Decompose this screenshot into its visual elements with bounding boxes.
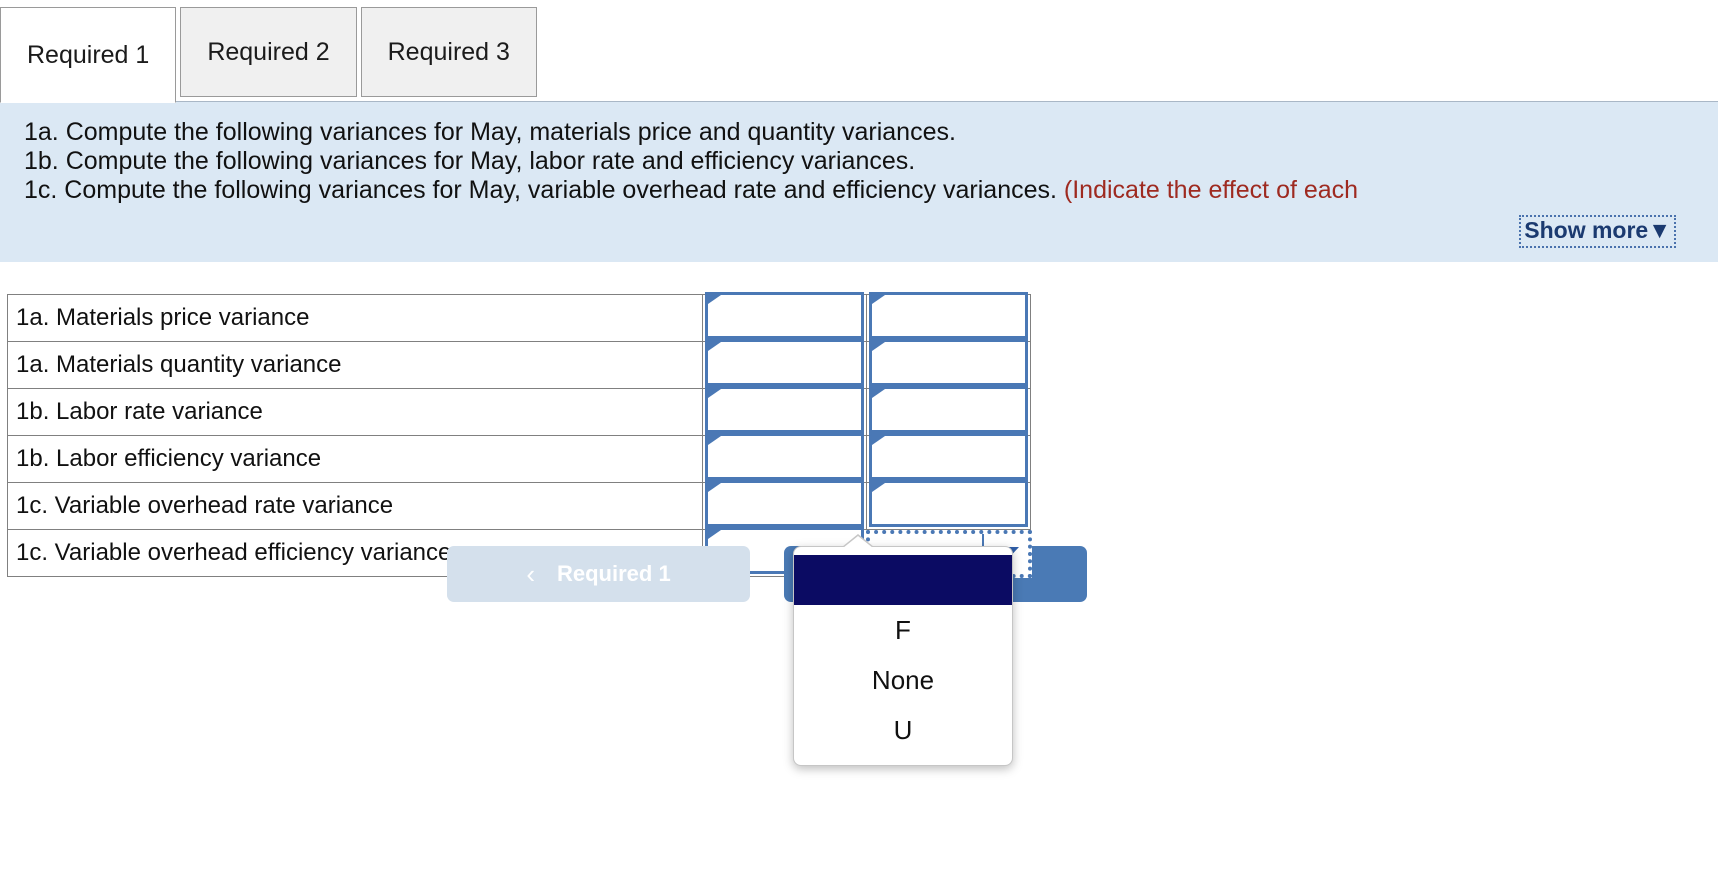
instruction-line-1c-text: 1c. Compute the following variances for … xyxy=(24,176,1064,204)
row-label: 1b. Labor efficiency variance xyxy=(7,435,703,483)
effect-input[interactable] xyxy=(869,433,1028,480)
dropdown-option-none[interactable]: None xyxy=(794,655,1012,705)
amount-cell[interactable] xyxy=(702,433,867,483)
table-row: 1c. Variable overhead rate variance xyxy=(7,480,1031,530)
tab-required-3[interactable]: Required 3 xyxy=(360,7,537,97)
corner-triangle-icon xyxy=(872,389,885,407)
row-label: 1a. Materials price variance xyxy=(7,294,703,342)
prev-required-label: Required 1 xyxy=(556,561,671,586)
effect-cell[interactable] xyxy=(866,292,1031,342)
tab-required-2[interactable]: Required 2 xyxy=(180,7,357,97)
table-row: 1b. Labor efficiency variance xyxy=(7,433,1031,483)
effect-cell[interactable] xyxy=(866,386,1031,436)
row-label: 1b. Labor rate variance xyxy=(7,388,703,436)
corner-triangle-icon xyxy=(708,389,721,407)
effect-input[interactable] xyxy=(869,339,1028,386)
corner-triangle-icon xyxy=(872,295,885,313)
corner-triangle-icon xyxy=(872,436,885,454)
show-more-link[interactable]: Show more▼ xyxy=(1519,215,1676,248)
effect-dropdown-menu: F None U xyxy=(793,534,1013,766)
variance-table-body: 1a. Materials price variance 1a. Materia… xyxy=(7,292,1032,578)
effect-cell[interactable] xyxy=(866,433,1031,483)
amount-input[interactable] xyxy=(705,339,864,386)
corner-triangle-icon xyxy=(708,342,721,360)
corner-triangle-icon xyxy=(872,483,885,501)
amount-cell[interactable] xyxy=(702,480,867,530)
dropdown-option-f[interactable]: F xyxy=(794,605,1012,655)
effect-input[interactable] xyxy=(869,480,1028,527)
dropdown-option-blank[interactable] xyxy=(794,555,1012,605)
table-row: 1a. Materials quantity variance xyxy=(7,339,1031,389)
dropdown-option-u[interactable]: U xyxy=(794,705,1012,755)
corner-triangle-icon xyxy=(708,436,721,454)
chevron-left-icon: ‹ xyxy=(526,559,535,589)
table-row: 1a. Materials price variance xyxy=(7,292,1031,342)
corner-triangle-icon xyxy=(708,295,721,313)
instructions-panel: 1a. Compute the following variances for … xyxy=(0,101,1718,262)
prev-required-button[interactable]: ‹ Required 1 xyxy=(447,546,750,602)
show-more-row: Show more▼ xyxy=(24,215,1696,248)
corner-triangle-icon xyxy=(708,483,721,501)
tab-required-1[interactable]: Required 1 xyxy=(0,7,177,103)
instruction-line-1b: 1b. Compute the following variances for … xyxy=(24,147,916,175)
corner-triangle-icon xyxy=(872,342,885,360)
instruction-note-red: (Indicate the effect of each xyxy=(1063,176,1359,204)
table-row: 1b. Labor rate variance xyxy=(7,386,1031,436)
effect-input[interactable] xyxy=(869,292,1028,339)
amount-cell[interactable] xyxy=(702,292,867,342)
row-label: 1c. Variable overhead rate variance xyxy=(7,482,703,530)
amount-input[interactable] xyxy=(705,386,864,433)
tab-strip: Required 1 Required 2 Required 3 xyxy=(0,7,541,103)
instruction-line-1c: 1c. Compute the following variances for … xyxy=(24,176,1696,205)
amount-cell[interactable] xyxy=(702,386,867,436)
variance-table: 1a. Materials price variance 1a. Materia… xyxy=(7,292,1032,578)
amount-input[interactable] xyxy=(705,433,864,480)
row-label: 1a. Materials quantity variance xyxy=(7,341,703,389)
amount-input[interactable] xyxy=(705,480,864,527)
amount-input[interactable] xyxy=(705,292,864,339)
instruction-line-1a: 1a. Compute the following variances for … xyxy=(24,118,956,146)
amount-cell[interactable] xyxy=(702,339,867,389)
effect-cell[interactable] xyxy=(866,339,1031,389)
effect-input[interactable] xyxy=(869,386,1028,433)
effect-cell[interactable] xyxy=(866,480,1031,530)
